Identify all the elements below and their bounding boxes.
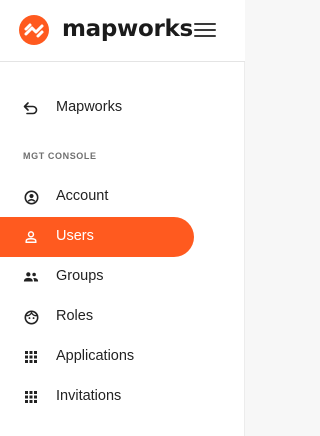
app-header: mapworks [0, 0, 245, 62]
apps-grid-icon [23, 389, 39, 405]
sidebar-item-mapworks[interactable]: Mapworks [0, 88, 194, 128]
sidebar-item-users[interactable]: Users [0, 217, 194, 257]
sidebar-item-invitations[interactable]: Invitations [0, 377, 194, 417]
sidebar-item-label: Account [56, 188, 109, 204]
hamburger-menu-icon[interactable] [194, 23, 216, 41]
sidebar-item-label: Applications [56, 348, 135, 364]
face-icon [23, 309, 39, 325]
account-circle-icon [23, 189, 39, 205]
sidebar-item-label: Invitations [56, 388, 122, 404]
sidebar-item-groups[interactable]: Groups [0, 257, 194, 297]
apps-grid-icon [23, 349, 39, 365]
sidebar-item-label: Users [56, 228, 94, 244]
sidebar: Mapworks MGT CONSOLE Account Users Group… [0, 62, 245, 436]
sidebar-item-applications[interactable]: Applications [0, 337, 194, 377]
group-icon [23, 269, 39, 285]
user-icon [23, 229, 39, 245]
sidebar-item-account[interactable]: Account [0, 177, 194, 217]
sidebar-item-roles[interactable]: Roles [0, 297, 194, 337]
back-arrow-icon [23, 100, 39, 116]
brand-name[interactable]: mapworks [62, 16, 193, 42]
section-title: MGT CONSOLE [23, 151, 97, 161]
sidebar-item-label: Roles [56, 308, 94, 324]
sidebar-item-label: Groups [56, 268, 104, 284]
mapworks-logo-icon[interactable] [19, 15, 49, 45]
sidebar-item-label: Mapworks [56, 99, 123, 115]
